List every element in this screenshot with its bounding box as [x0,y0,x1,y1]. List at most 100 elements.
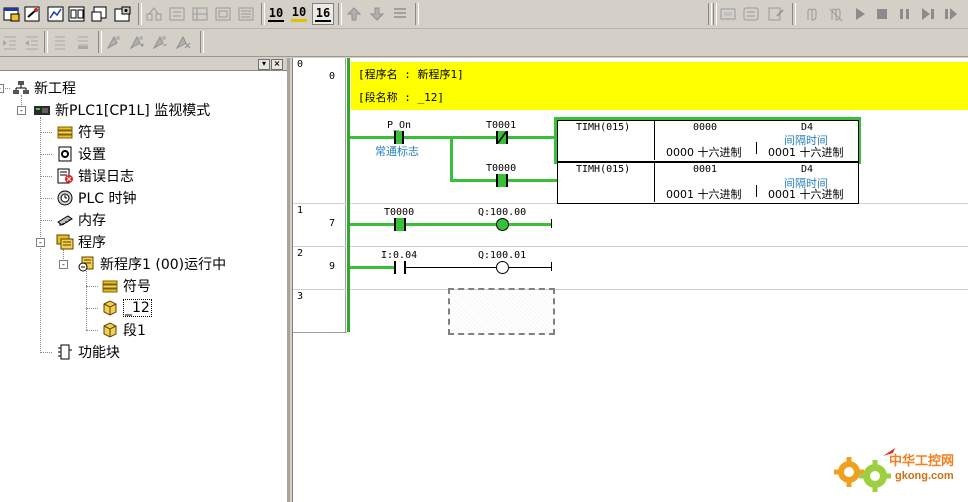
tree-item-programs[interactable]: 程序 [56,232,106,252]
error-log-icon [56,168,74,184]
plc-expander[interactable]: - [17,106,26,115]
timer-divider [756,142,757,154]
panel-close-button[interactable]: × [271,59,283,70]
tree-item-plc-clock[interactable]: PLC 时钟 [56,188,136,208]
rung-step: 0 [329,71,336,82]
output-window-icon[interactable] [90,4,110,24]
coil-q100-00[interactable] [496,218,509,231]
step-next-icon[interactable] [941,4,961,24]
properties-icon[interactable] [113,4,133,24]
coil-q100-01[interactable] [496,261,509,274]
indent-disabled-icon [0,32,20,52]
programs-icon [56,234,74,250]
wire-deenergized [406,267,497,268]
comment-disabled-icon [50,32,70,52]
binary-display-button[interactable]: 16 [312,3,334,25]
rung-index: 2 [297,248,304,259]
tree-item-programs-label: 程序 [78,235,106,251]
wire-energized [450,179,496,182]
rung-separator [293,246,968,247]
rung-step: 7 [329,218,336,229]
project-tree-icon [12,80,30,96]
timer-2-number: 0001 [693,164,718,175]
project-expander[interactable]: - [0,84,4,93]
contact-p-on[interactable] [394,131,404,144]
hex-display-button[interactable]: 10 [289,4,309,24]
tree-plc[interactable]: 新PLC1[CP1L] 监视模式 [33,100,210,120]
tree-project-label: 新工程 [34,81,76,97]
timer-1-number: 0000 [693,122,718,133]
tree-program-running[interactable]: 新程序1 (00)运行中 [78,254,226,274]
pointer-add-disabled-icon [127,32,147,52]
programs-expander[interactable]: - [36,238,45,247]
online-edit-disabled-icon [766,4,786,24]
graph-window-icon[interactable] [46,4,66,24]
watch-window-icon[interactable] [23,4,43,24]
tree-item-symbols[interactable]: 符号 [56,122,106,142]
program-expander[interactable]: - [59,260,68,269]
program-name-comment: [程序名 : 新程序1] [358,68,464,81]
wire-energized [508,179,557,182]
timer-2-set-operand: D4 [801,164,814,175]
contact-i0-04[interactable] [394,261,406,274]
tree-section-12-label: _12 [123,299,152,317]
run-icon[interactable] [850,4,870,24]
wire-energized [350,266,395,269]
upload-disabled-icon [344,4,364,24]
left-power-rail [347,58,350,332]
tree-item-function-blocks-label: 功能块 [78,345,120,361]
uncomment-disabled-icon [73,32,93,52]
tree-project[interactable]: 新工程 [12,78,76,98]
pointer-clear-disabled-icon [173,32,193,52]
tree-program-symbols-label: 符号 [123,279,151,295]
step-run-icon[interactable] [918,4,938,24]
contact-i0-04-label: I:0.04 [381,250,418,261]
contact-p-on-comment: 常通标志 [375,145,419,158]
tree-item-memory[interactable]: 内存 [56,210,106,230]
ladder-editor[interactable]: 0 0 1 7 2 9 3 [程序名 : 新程序1] [段名称 : _12] P… [292,58,968,502]
tree-panel-header: ▾ × [0,58,287,71]
tree-item-error-log[interactable]: 错误日志 [56,166,134,186]
project-window-icon[interactable] [2,4,22,24]
tree-program-symbols[interactable]: 符号 [101,276,151,296]
outdent-disabled-icon [22,32,42,52]
tree-item-settings-label: 设置 [78,147,106,163]
memory-disabled-icon [213,4,233,24]
tree-section-12[interactable]: _12 [101,298,152,318]
secondary-toolbar [0,29,968,57]
watermark-url: gkong.com [895,470,954,482]
timer-divider [756,185,757,197]
compare-window-icon[interactable] [67,4,87,24]
contact-t0000-rung1[interactable] [394,218,406,231]
tree-item-function-blocks[interactable]: 功能块 [56,342,120,362]
wire-energized [509,223,552,226]
tree-item-settings[interactable]: 设置 [56,144,106,164]
decimal-display-button[interactable]: 10 [266,4,286,24]
section-icon [101,300,119,316]
stop-icon[interactable] [872,4,892,24]
timer-divider [654,162,655,202]
tree-item-plc-clock-label: PLC 时钟 [78,191,137,207]
plc-device-icon [33,102,51,118]
timer-2-set-value: 0001 十六进制 [768,188,844,201]
force-off-disabled-icon [826,4,846,24]
panel-menu-button[interactable]: ▾ [258,59,270,70]
right-rail-end [551,262,552,271]
contact-t0000[interactable] [496,174,508,187]
network-disabled-icon [144,4,164,24]
compare-program-disabled-icon [741,4,761,24]
timer-1-number-value: 0000 十六进制 [666,146,742,159]
rung-separator [293,332,347,333]
contact-t0000-label: T0000 [486,163,517,174]
timer-1-instruction: TIMH(015) [576,122,631,133]
pause-icon[interactable] [895,4,915,24]
wire-energized [508,136,557,139]
tree-item-memory-label: 内存 [78,213,106,229]
transfer-disabled-icon [390,4,410,24]
wire-energized [350,223,395,226]
edit-cursor[interactable] [448,288,555,335]
tree-section-1[interactable]: 段1 [101,320,146,340]
wire-energized [406,223,497,226]
rung-index: 1 [297,205,304,216]
tree-item-error-log-label: 错误日志 [78,169,134,185]
